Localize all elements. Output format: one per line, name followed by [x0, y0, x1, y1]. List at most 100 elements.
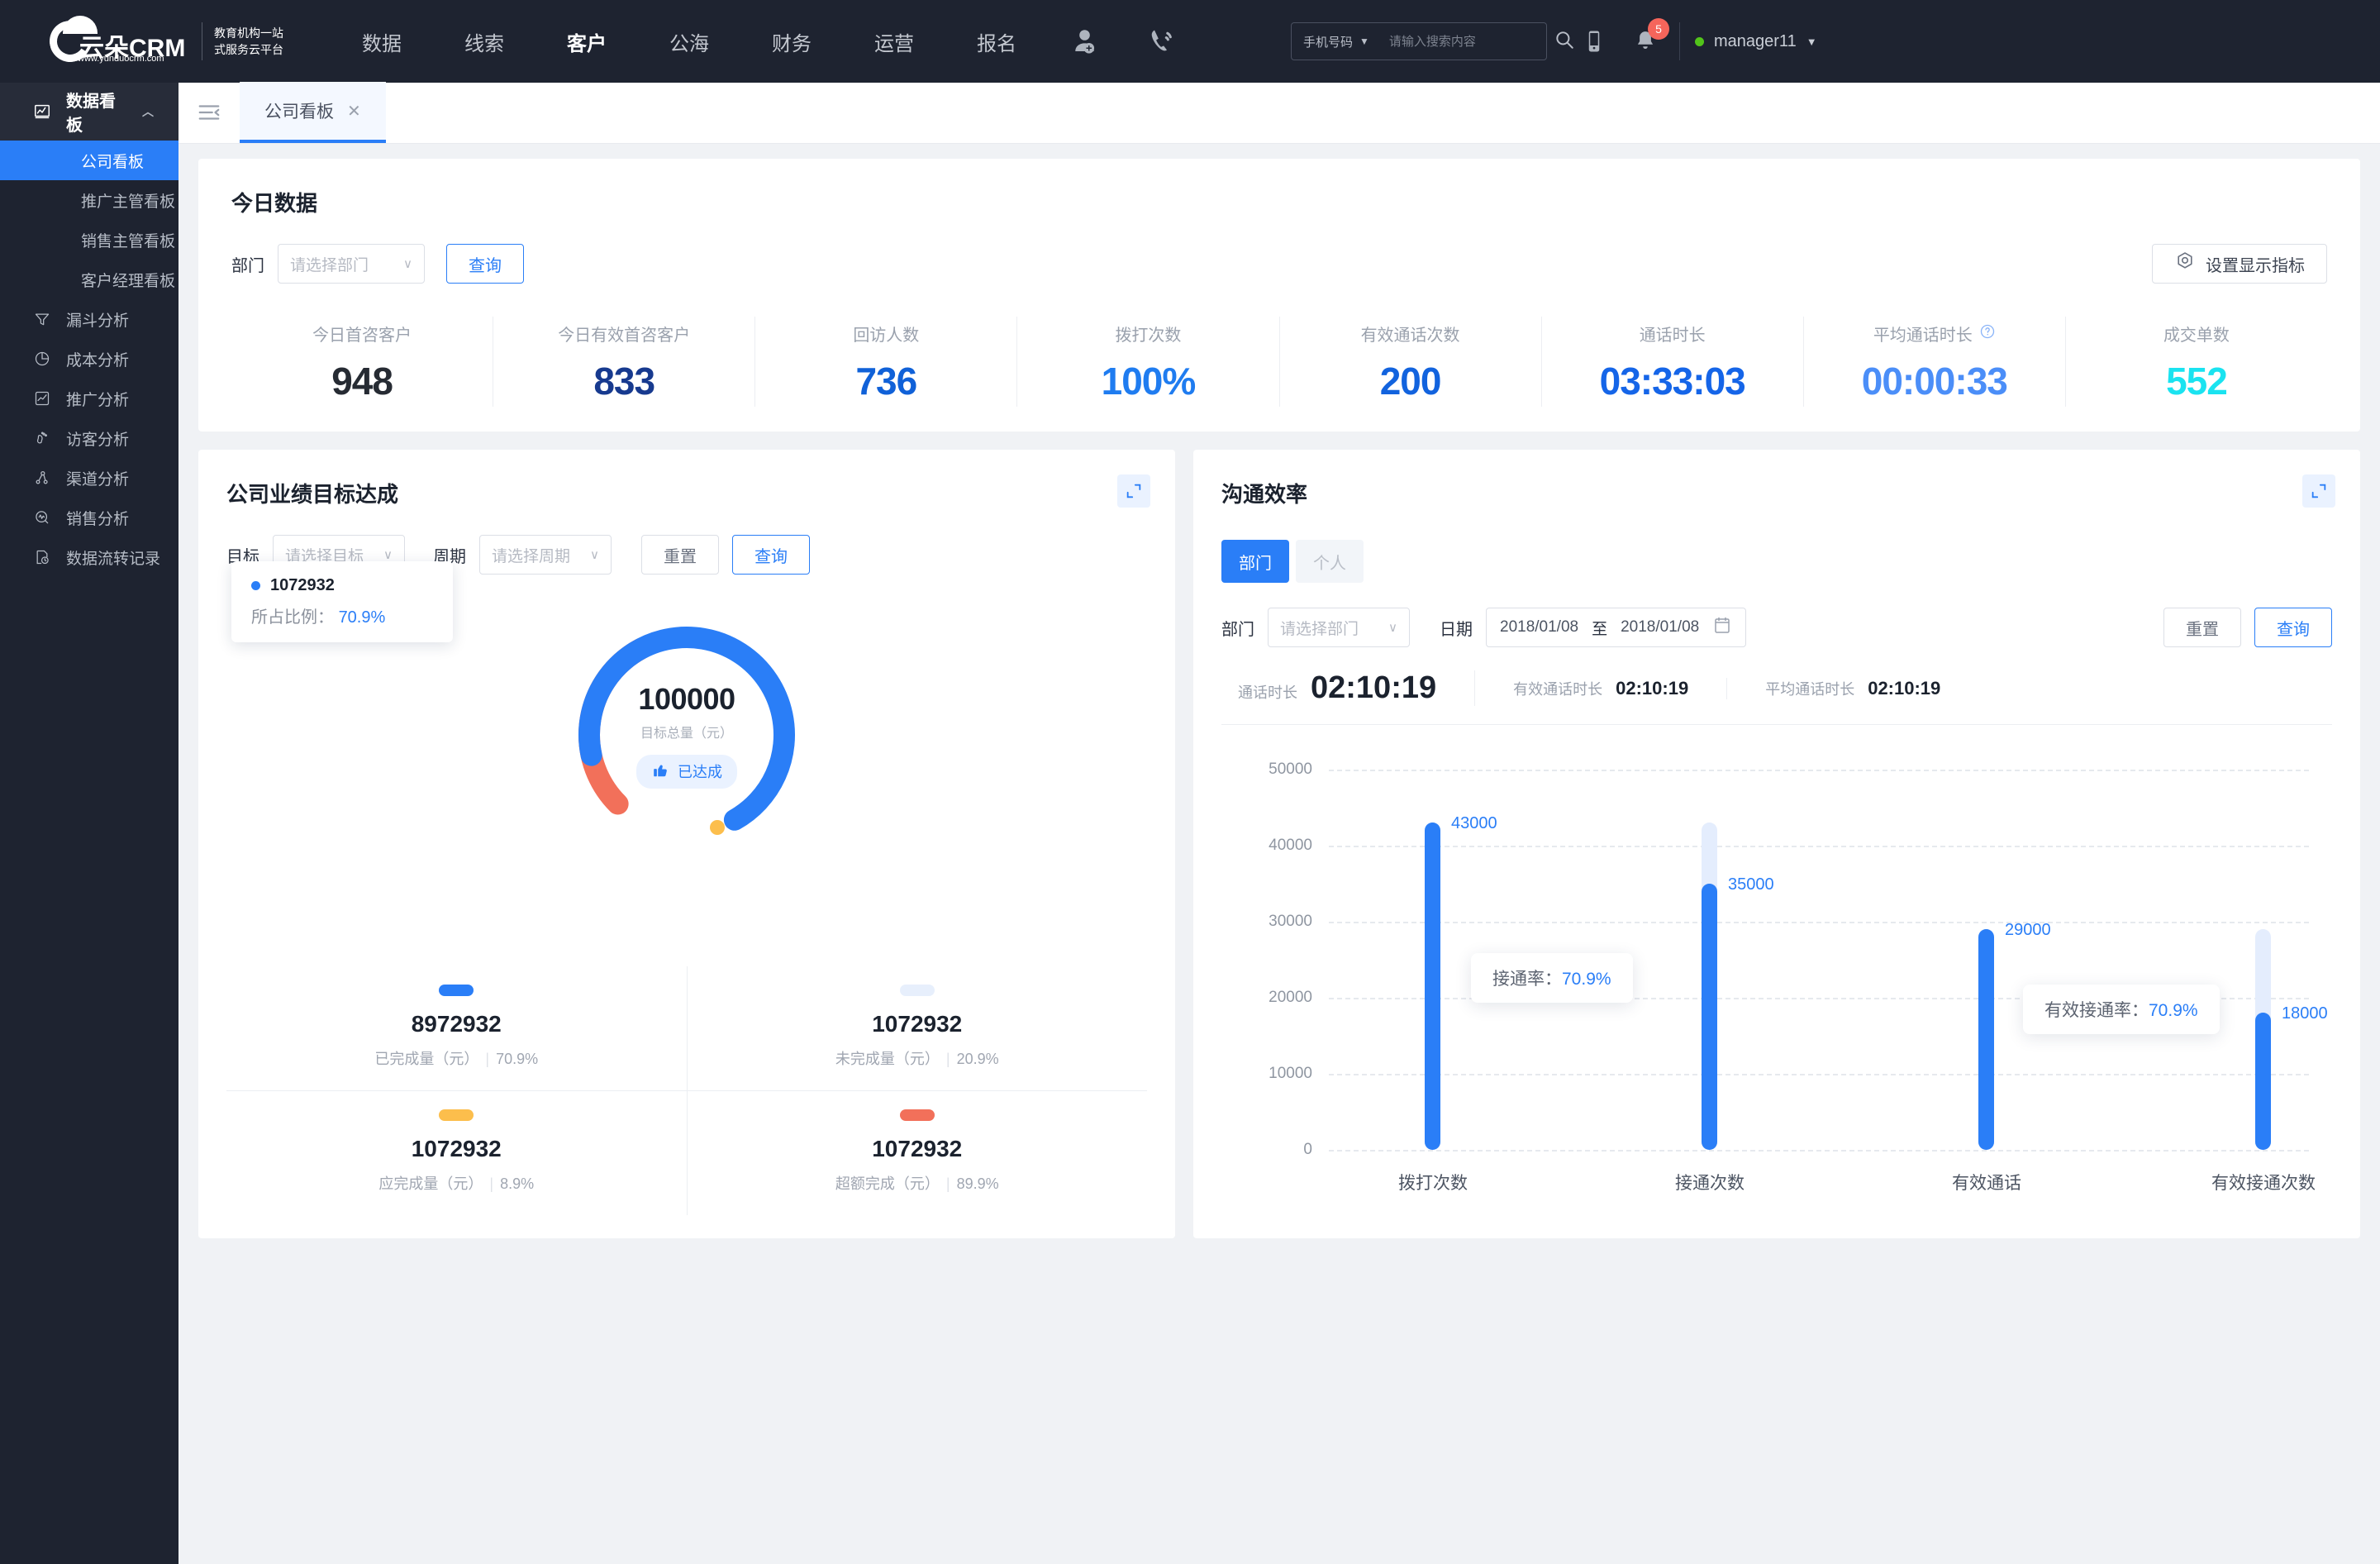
notification-bell-icon[interactable]: 5 [1620, 0, 1671, 83]
bar-value-label: 43000 [1451, 814, 1497, 832]
settings-indicators-button[interactable]: 设置显示指标 [2152, 244, 2327, 284]
nav-item-enrollment[interactable]: 报名 [945, 0, 1048, 83]
sidebar-item-channel-analysis[interactable]: 渠道分析 [0, 458, 178, 498]
legend-pct: 8.9% [500, 1175, 535, 1192]
nav-item-leads[interactable]: 线索 [433, 0, 536, 83]
sidebar-item-promotion-analysis[interactable]: 推广分析 [0, 379, 178, 418]
search-input[interactable] [1388, 34, 1554, 49]
today-data-card: 今日数据 部门 请选择部门 ∨ 查询 设置显示指标 今日首咨客户 948 今日有… [198, 159, 2360, 432]
department-label: 部门 [231, 256, 264, 275]
comm-query-button[interactable]: 查询 [2254, 608, 2332, 647]
kpi-dial-count: 拨打次数 100% [1017, 317, 1280, 407]
collapse-menu-icon[interactable] [178, 82, 240, 143]
bar-dial-count[interactable] [1425, 823, 1440, 1150]
add-user-icon[interactable] [1048, 0, 1124, 83]
phone-call-icon[interactable] [1124, 0, 1200, 83]
global-search-box[interactable]: 手机号码 ▼ [1291, 22, 1573, 60]
tooltip-value: 1072932 [270, 576, 335, 594]
chevron-down-icon: ∨ [403, 257, 412, 271]
comm-department-select[interactable]: 请选择部门 ∨ [1268, 608, 1410, 647]
sidebar-item-sales-analysis[interactable]: 销售分析 [0, 498, 178, 537]
sidebar-group-dashboard[interactable]: 数据看板 ︿ [0, 83, 178, 141]
cards-container: 今日数据 部门 请选择部门 ∨ 查询 设置显示指标 今日首咨客户 948 今日有… [178, 144, 2380, 1258]
tab-label: 公司看板 [264, 103, 334, 122]
logo-slogan-line2: 式服务云平台 [214, 43, 283, 56]
period-select[interactable]: 请选择周期 ∨ [479, 535, 612, 575]
nav-item-data[interactable]: 数据 [331, 0, 433, 83]
nav-item-operations[interactable]: 运营 [843, 0, 945, 83]
expand-icon[interactable] [2302, 474, 2335, 508]
user-menu[interactable]: manager11 ▼ [1695, 32, 1850, 51]
sidebar-item-sales-manager-dashboard[interactable]: 销售主管看板 [0, 220, 178, 260]
goal-reset-button[interactable]: 重置 [641, 535, 719, 575]
nav-item-finance[interactable]: 财务 [740, 0, 843, 83]
brand-logo[interactable]: 云朵CRM www.yunduocrm.com 教育机构一站 式服务云平台 [0, 0, 331, 83]
kpi-revisit-count: 回访人数 736 [755, 317, 1018, 407]
legend-should-complete: 1072932 应完成量（元） | 8.9% [226, 1091, 687, 1215]
kpi-value: 00:00:33 [1861, 360, 2008, 403]
sidebar-item-company-dashboard[interactable]: 公司看板 [0, 141, 178, 180]
top-navigation-bar: 云朵CRM www.yunduocrm.com 教育机构一站 式服务云平台 数据… [0, 0, 2380, 83]
thumbs-up-icon [651, 761, 669, 783]
sidebar-item-funnel-analysis[interactable]: 漏斗分析 [0, 299, 178, 339]
tab-company-dashboard[interactable]: 公司看板 ✕ [240, 82, 386, 143]
kpi-label: 今日有效首咨客户 [558, 327, 691, 345]
logo-slogan: 教育机构一站 式服务云平台 [214, 25, 283, 58]
duration-valid: 有效通话时长 02:10:19 [1475, 677, 1728, 699]
settings-indicators-label: 设置显示指标 [2206, 256, 2305, 275]
sidebar-group-label: 数据看板 [66, 93, 116, 135]
comm-department-label: 部门 [1221, 620, 1254, 639]
goal-achievement-card: 公司业绩目标达成 目标 请选择目标 ∨ 周期 请选择周期 ∨ 重置 查询 100… [198, 450, 1175, 1238]
online-status-dot [1695, 36, 1704, 46]
bar-connected-count[interactable] [1702, 884, 1717, 1150]
duration-value: 02:10:19 [1616, 677, 1689, 699]
date-range-picker[interactable]: 2018/01/08 至 2018/01/08 [1486, 608, 1747, 647]
main-content: 公司看板 ✕ 今日数据 部门 请选择部门 ∨ 查询 设置显示指标 今日首咨客户 … [178, 82, 2380, 1564]
sidebar-item-label: 成本分析 [66, 351, 130, 370]
page-title: 今日数据 [231, 191, 318, 216]
chevron-up-icon[interactable]: ︿ [142, 103, 154, 120]
help-circle-icon[interactable] [1979, 323, 1996, 345]
calendar-icon[interactable] [1712, 615, 1732, 640]
legend-row: 8972932 已完成量（元） | 70.9% 1072932 未完成量（元） | 20… [226, 966, 1147, 1091]
search-type-selector[interactable]: 手机号码 ▼ [1303, 33, 1369, 50]
sidebar-item-label: 数据流转记录 [66, 550, 161, 568]
kpi-label: 回访人数 [853, 327, 920, 345]
y-axis-tick: 10000 [1269, 1065, 1312, 1082]
department-select[interactable]: 请选择部门 ∨ [278, 244, 425, 284]
duration-value: 02:10:19 [1311, 670, 1437, 705]
expand-icon[interactable] [1117, 474, 1150, 508]
sidebar-item-promotion-manager-dashboard[interactable]: 推广主管看板 [0, 180, 178, 220]
sidebar-item-data-flow-records[interactable]: 数据流转记录 [0, 537, 178, 577]
legend-swatch [899, 985, 935, 996]
comm-reset-button[interactable]: 重置 [2163, 608, 2241, 647]
logo-mark-icon: 云朵CRM www.yunduocrm.com [45, 16, 190, 67]
user-name: manager11 [1714, 31, 1797, 50]
pie-chart-icon [33, 350, 51, 368]
mobile-phone-icon[interactable] [1568, 0, 1620, 83]
date-label: 日期 [1440, 620, 1473, 639]
sidebar-item-cost-analysis[interactable]: 成本分析 [0, 339, 178, 379]
connect-rate-label: 接通率： [1492, 970, 1562, 989]
close-icon[interactable]: ✕ [347, 101, 361, 122]
goal-donut-chart: 100000 目标总量（元） 已达成 1072932 所占比例： 70.9% [226, 561, 1147, 958]
date-end-value: 2018/01/08 [1621, 618, 1700, 636]
bar-value-label: 29000 [2005, 921, 2051, 939]
kpi-value: 552 [2166, 360, 2228, 403]
x-axis-label: 有效接通次数 [2211, 1174, 2316, 1193]
today-query-button[interactable]: 查询 [446, 244, 524, 284]
bar-valid-call[interactable] [1978, 929, 1994, 1150]
y-axis-tick: 50000 [1269, 761, 1312, 778]
y-axis-tick: 30000 [1269, 913, 1312, 930]
kpi-label: 平均通话时长 [1873, 327, 1973, 345]
nav-item-customers[interactable]: 客户 [536, 0, 638, 83]
sidebar-item-visitor-analysis[interactable]: 访客分析 [0, 418, 178, 458]
kpi-label: 成交单数 [2163, 327, 2230, 345]
sidebar-item-account-manager-dashboard[interactable]: 客户经理看板 [0, 260, 178, 299]
kpi-row: 今日首咨客户 948 今日有效首咨客户 833 回访人数 736 拨打次数 10… [231, 317, 2327, 407]
nav-item-public-pool[interactable]: 公海 [638, 0, 740, 83]
segment-individual[interactable]: 个人 [1296, 540, 1364, 583]
goal-query-button[interactable]: 查询 [732, 535, 810, 575]
bar-valid-connected-count[interactable] [2255, 1013, 2271, 1150]
segment-department[interactable]: 部门 [1221, 540, 1289, 583]
